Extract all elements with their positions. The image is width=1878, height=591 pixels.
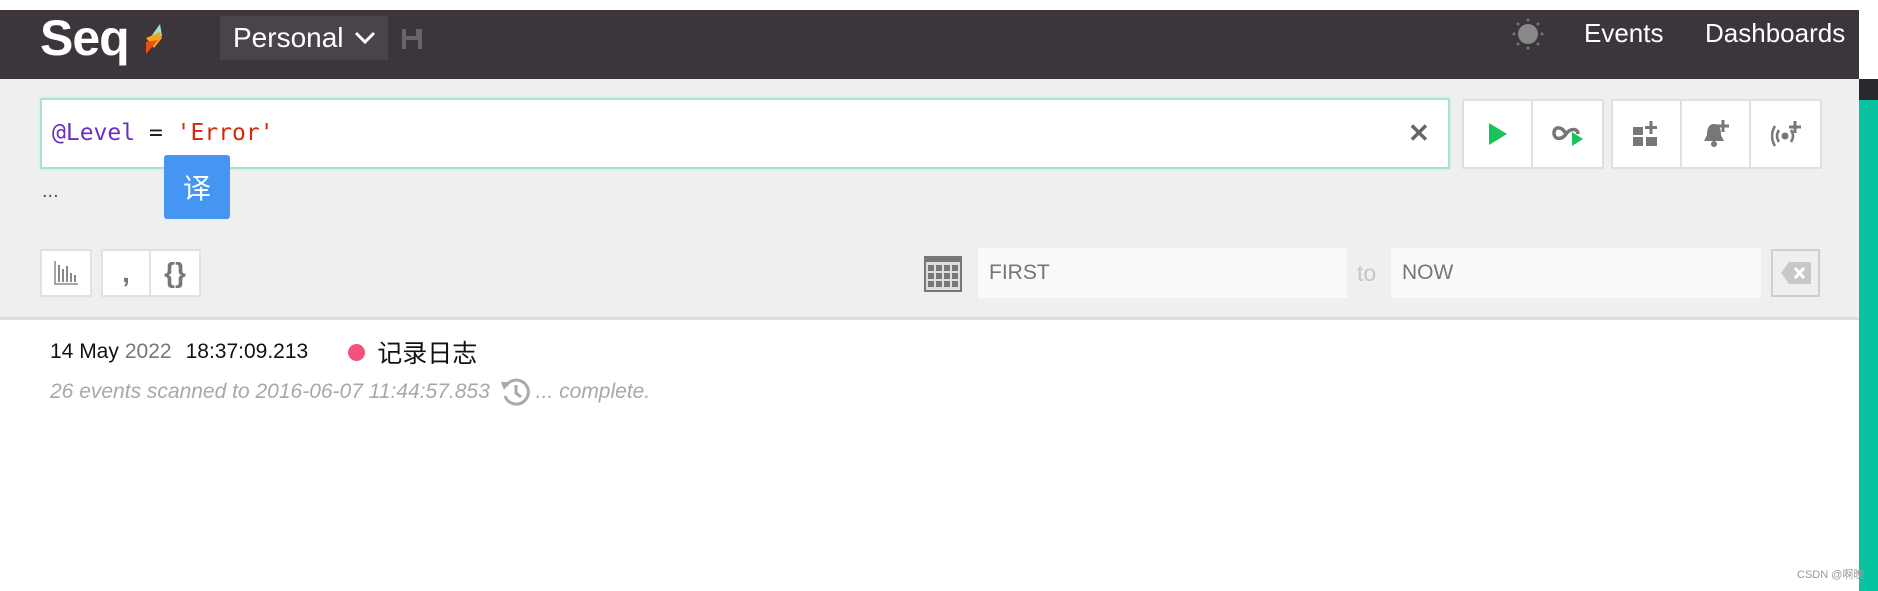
nav-dashboards[interactable]: Dashboards <box>1705 18 1845 48</box>
event-message: 记录日志 <box>377 340 478 368</box>
braces-icon: {} <box>164 257 186 288</box>
dashboard-add-icon <box>1632 121 1657 146</box>
range-from-input[interactable] <box>978 248 1347 298</box>
event-row[interactable]: 14 May 2022 18:37:09.213 记录日志 <box>50 338 477 368</box>
scrollbar-top <box>1859 79 1878 100</box>
history-icon[interactable] <box>500 376 532 408</box>
scrollbar[interactable] <box>1859 79 1878 591</box>
run-group <box>1462 99 1604 169</box>
add-group <box>1611 99 1822 169</box>
format-toggle-group: , {} <box>101 249 201 297</box>
add-app-button[interactable] <box>1751 101 1820 167</box>
range-to-input[interactable] <box>1391 248 1761 298</box>
run-button[interactable] <box>1464 101 1533 167</box>
backspace-icon <box>1780 262 1811 284</box>
json-format-button[interactable]: {} <box>151 251 199 295</box>
logo-mark-icon <box>146 24 162 54</box>
scan-status-text: 26 events scanned to 2016-06-07 11:44:57… <box>50 380 490 403</box>
range-to-label: to <box>1357 260 1377 286</box>
chart-toggle-group <box>40 249 92 297</box>
query-keyword: @Level <box>52 120 136 146</box>
bell-add-icon <box>1703 120 1729 147</box>
add-to-dashboard-button[interactable] <box>1613 101 1682 167</box>
query-operator: = <box>148 120 163 146</box>
workspace-label: Personal <box>233 22 344 53</box>
translate-popup-button[interactable]: 译 <box>164 155 230 219</box>
save-icon[interactable] <box>401 28 423 50</box>
comma-icon: , <box>122 257 130 288</box>
query-input[interactable]: @Level = 'Error' <box>40 98 1450 169</box>
chevron-down-icon <box>354 31 375 45</box>
clear-query-button[interactable]: ✕ <box>1408 120 1430 146</box>
clear-range-button[interactable] <box>1771 249 1820 297</box>
workspace-dropdown[interactable]: Personal <box>220 16 388 60</box>
event-year: 2022 <box>124 340 172 363</box>
query-ellipsis: ... <box>42 180 59 202</box>
play-icon <box>1488 123 1507 145</box>
add-alert-button[interactable] <box>1682 101 1751 167</box>
theme-toggle-icon[interactable] <box>1512 18 1544 50</box>
scan-status: 26 events scanned to 2016-06-07 11:44:57… <box>50 378 650 406</box>
error-level-dot <box>348 343 366 361</box>
event-time: 18:37:09.213 <box>185 340 309 363</box>
scan-complete-text: ... complete. <box>535 380 651 403</box>
query-value: 'Error' <box>176 120 274 146</box>
histogram-button[interactable] <box>42 251 90 295</box>
logo[interactable]: Seq <box>40 13 130 63</box>
calendar-icon[interactable] <box>924 256 962 292</box>
tail-button[interactable] <box>1533 101 1602 167</box>
event-day: 14 May <box>50 340 119 363</box>
loop-play-icon <box>1551 126 1583 146</box>
watermark: CSDN @啊晚 <box>1797 569 1865 581</box>
top-strip <box>0 0 1878 10</box>
broadcast-add-icon <box>1770 121 1801 147</box>
nav-events[interactable]: Events <box>1584 18 1664 48</box>
bar-chart-icon <box>54 261 78 285</box>
comma-format-button[interactable]: , <box>103 251 151 295</box>
